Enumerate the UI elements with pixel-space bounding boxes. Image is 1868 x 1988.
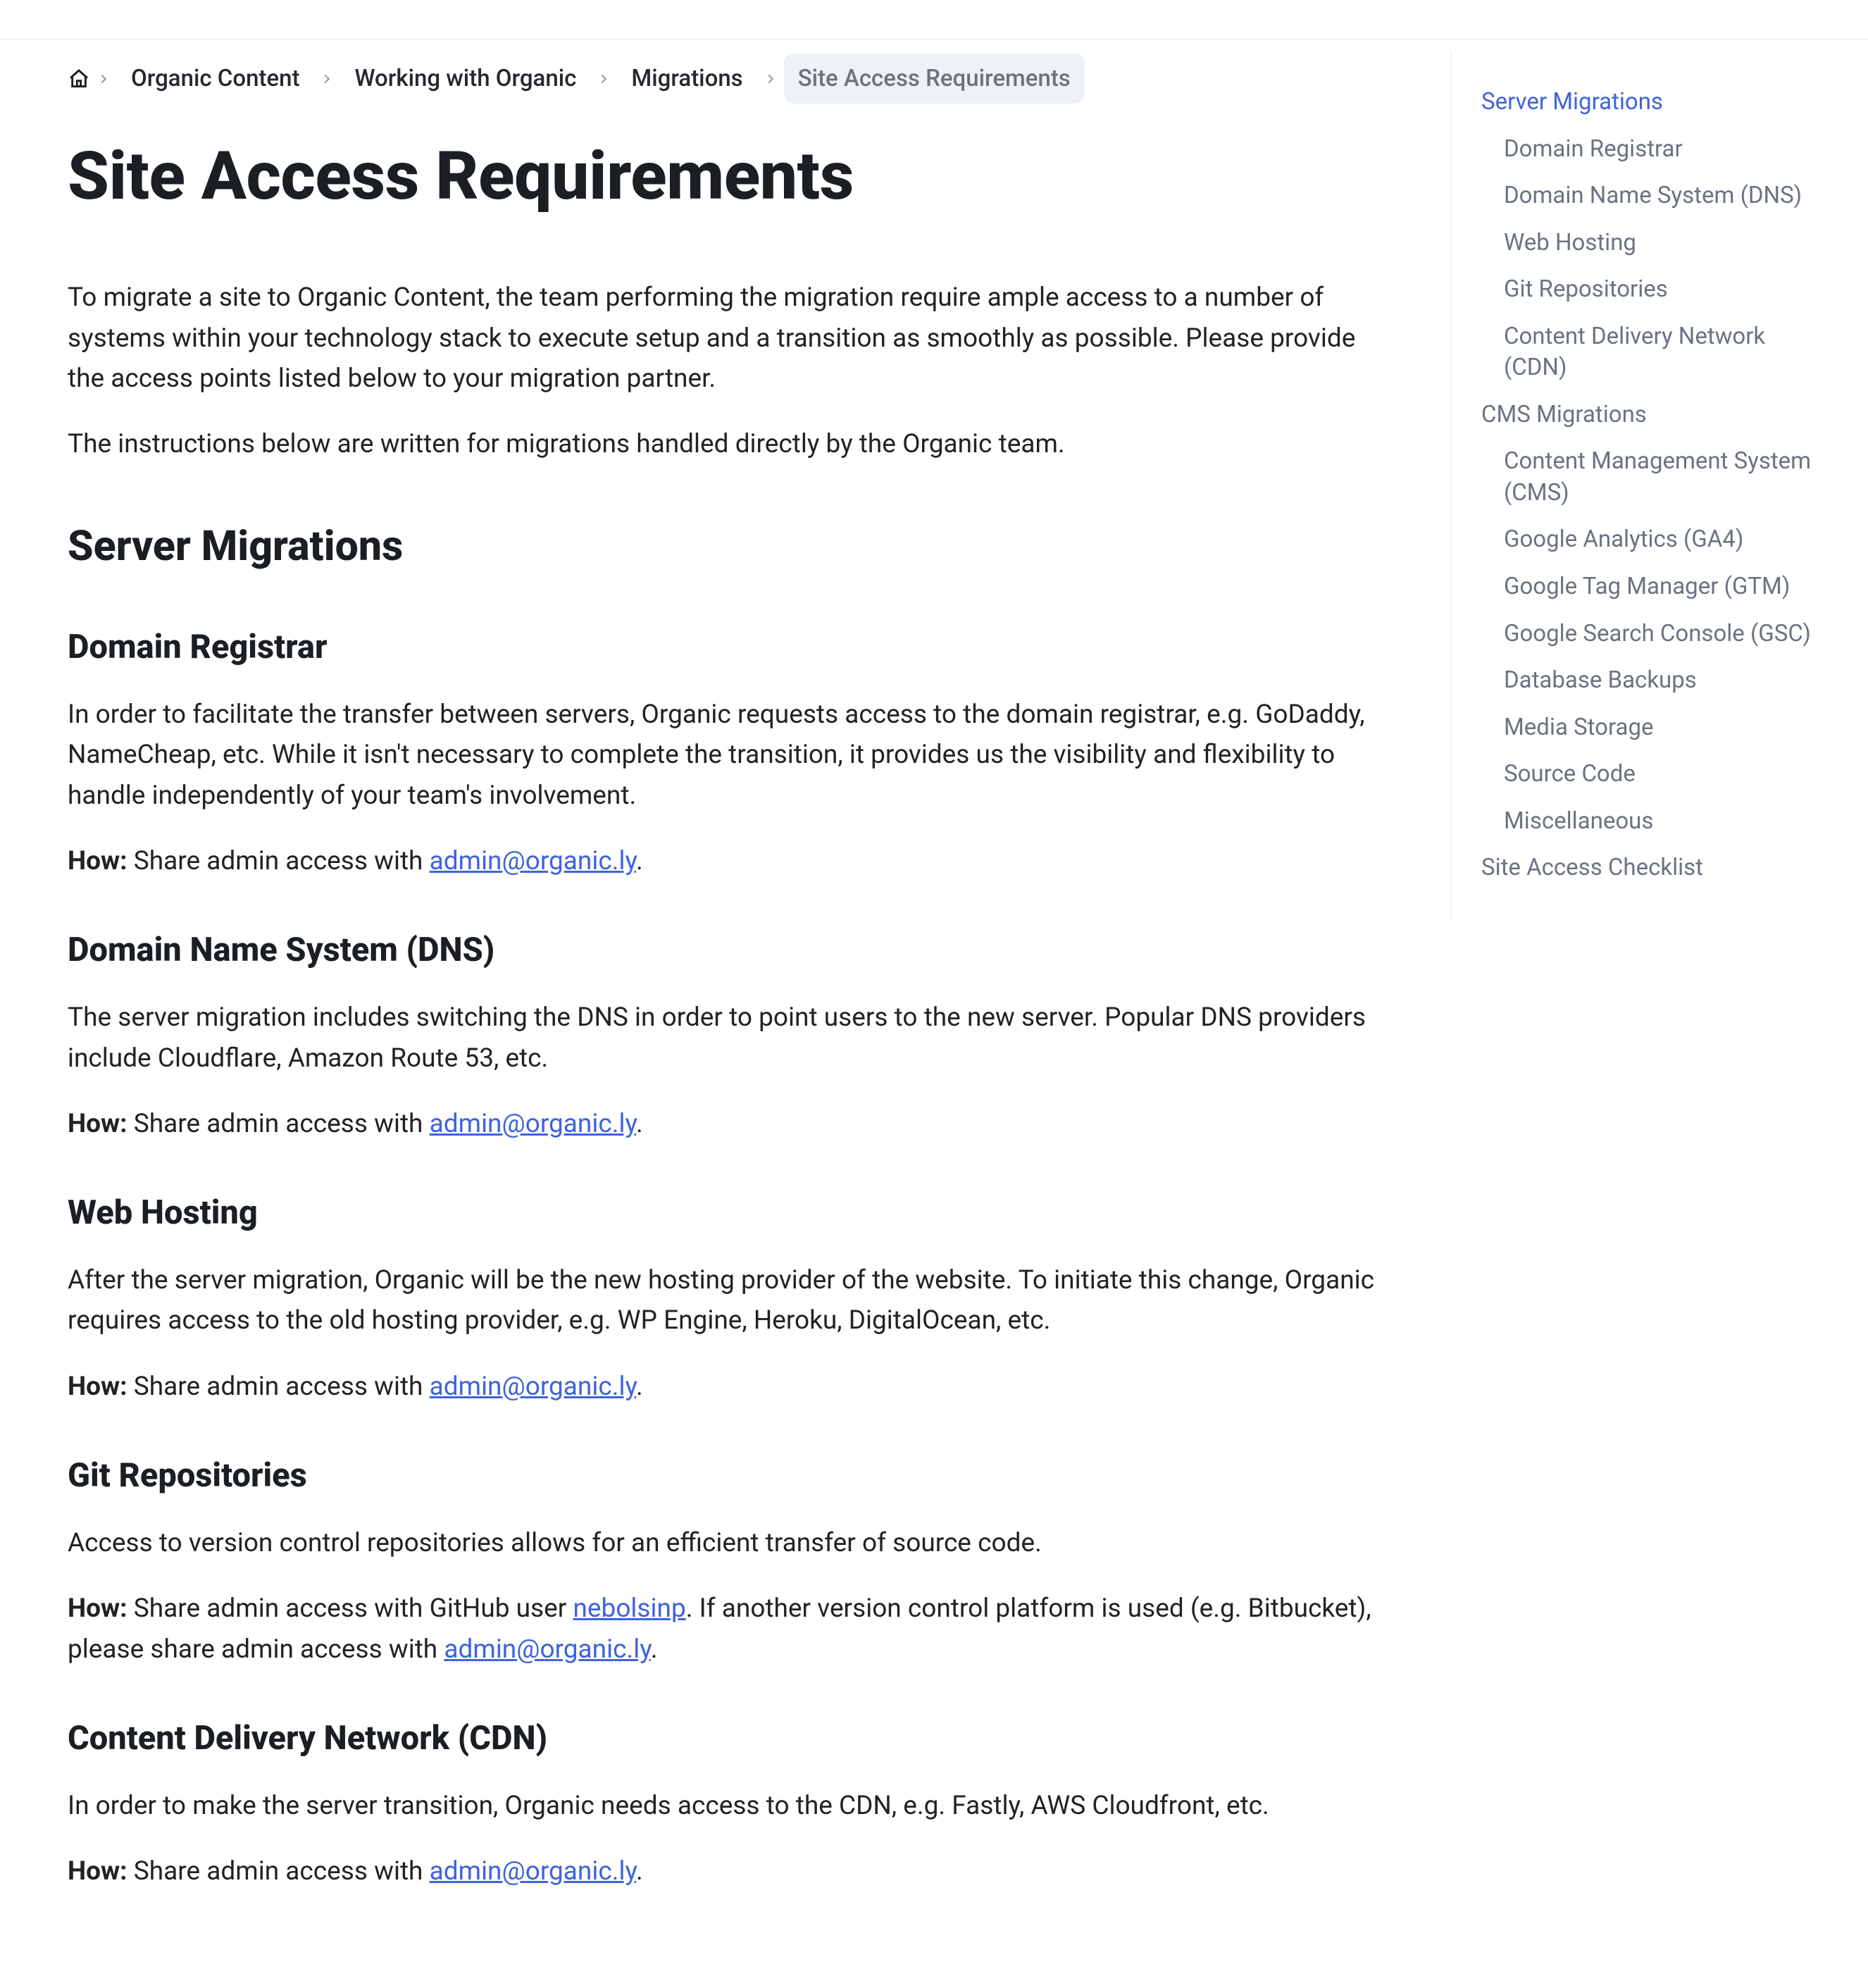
chevron-right-icon xyxy=(763,71,778,87)
how-label: How: xyxy=(68,1856,127,1887)
toc-item[interactable]: Google Tag Manager (GTM) xyxy=(1481,564,1817,611)
main-content: Organic Content Working with Organic Mig… xyxy=(0,39,1451,1988)
heading-domain-registrar: Domain Registrar xyxy=(68,622,1383,673)
paragraph-domain-registrar: In order to facilitate the transfer betw… xyxy=(68,695,1383,816)
share-prefix: Share admin access with xyxy=(127,1109,430,1139)
toc-item[interactable]: Google Analytics (GA4) xyxy=(1481,516,1817,564)
intro-paragraph-2: The instructions below are written for m… xyxy=(68,424,1383,464)
topbar xyxy=(0,0,1868,39)
page-title: Site Access Requirements xyxy=(68,125,1383,228)
toc-item[interactable]: Site Access Checklist xyxy=(1481,845,1817,892)
paragraph-cdn: In order to make the server transition, … xyxy=(68,1786,1383,1826)
breadcrumb-current: Site Access Requirements xyxy=(784,54,1085,104)
period: . xyxy=(651,1634,658,1665)
how-domain-registrar: How: Share admin access with admin@organ… xyxy=(68,841,1383,881)
admin-email-link[interactable]: admin@organic.ly xyxy=(430,846,636,876)
how-cdn: How: Share admin access with admin@organ… xyxy=(68,1851,1383,1891)
toc-item[interactable]: Source Code xyxy=(1481,751,1817,798)
how-label: How: xyxy=(68,846,127,876)
toc-item[interactable]: Server Migrations xyxy=(1481,79,1817,126)
toc-item[interactable]: Google Search Console (GSC) xyxy=(1481,611,1817,658)
toc-item[interactable]: Domain Registrar xyxy=(1481,126,1817,173)
toc-item[interactable]: Web Hosting xyxy=(1481,220,1817,267)
toc-item[interactable]: Miscellaneous xyxy=(1481,798,1817,845)
heading-cdn: Content Delivery Network (CDN) xyxy=(68,1713,1383,1765)
period: . xyxy=(636,1109,643,1139)
toc-item[interactable]: Database Backups xyxy=(1481,657,1817,704)
share-prefix: Share admin access with xyxy=(127,1856,430,1887)
breadcrumb-working-with-organic[interactable]: Working with Organic xyxy=(340,54,590,104)
share-github-prefix: Share admin access with GitHub user xyxy=(127,1593,573,1624)
toc-item[interactable]: Media Storage xyxy=(1481,704,1817,752)
table-of-contents: Server MigrationsDomain RegistrarDomain … xyxy=(1451,51,1845,920)
how-web-hosting: How: Share admin access with admin@organ… xyxy=(68,1367,1383,1407)
admin-email-link[interactable]: admin@organic.ly xyxy=(430,1372,636,1402)
paragraph-git: Access to version control repositories a… xyxy=(68,1523,1383,1563)
intro-paragraph-1: To migrate a site to Organic Content, th… xyxy=(68,278,1383,399)
admin-email-link[interactable]: admin@organic.ly xyxy=(430,1856,636,1887)
toc-item[interactable]: Content Delivery Network (CDN) xyxy=(1481,313,1817,392)
toc-item[interactable]: Domain Name System (DNS) xyxy=(1481,173,1817,220)
breadcrumb-organic-content[interactable]: Organic Content xyxy=(117,54,313,104)
breadcrumb-migrations[interactable]: Migrations xyxy=(617,54,756,104)
share-prefix: Share admin access with xyxy=(127,1372,430,1402)
paragraph-dns: The server migration includes switching … xyxy=(68,998,1383,1079)
github-user-link[interactable]: nebolsinp xyxy=(573,1593,686,1624)
paragraph-web-hosting: After the server migration, Organic will… xyxy=(68,1260,1383,1341)
heading-server-migrations: Server Migrations xyxy=(68,514,1383,578)
heading-dns: Domain Name System (DNS) xyxy=(68,925,1383,976)
period: . xyxy=(636,1856,643,1887)
toc-item[interactable]: CMS Migrations xyxy=(1481,392,1817,439)
heading-git: Git Repositories xyxy=(68,1450,1383,1502)
heading-web-hosting: Web Hosting xyxy=(68,1188,1383,1239)
toc-item[interactable]: Git Repositories xyxy=(1481,266,1817,313)
breadcrumb: Organic Content Working with Organic Mig… xyxy=(68,54,1383,104)
admin-email-link[interactable]: admin@organic.ly xyxy=(444,1634,650,1665)
article-body: To migrate a site to Organic Content, th… xyxy=(68,278,1383,1891)
chevron-right-icon xyxy=(96,71,111,87)
how-label: How: xyxy=(68,1593,127,1624)
how-label: How: xyxy=(68,1372,127,1402)
how-dns: How: Share admin access with admin@organ… xyxy=(68,1104,1383,1144)
home-icon[interactable] xyxy=(68,68,90,90)
period: . xyxy=(636,846,643,876)
chevron-right-icon xyxy=(596,71,611,87)
period: . xyxy=(636,1372,643,1402)
chevron-right-icon xyxy=(319,71,335,87)
how-git: How: Share admin access with GitHub user… xyxy=(68,1589,1383,1670)
toc-item[interactable]: Content Management System (CMS) xyxy=(1481,438,1817,516)
admin-email-link[interactable]: admin@organic.ly xyxy=(430,1109,636,1139)
share-prefix: Share admin access with xyxy=(127,846,430,876)
how-label: How: xyxy=(68,1109,127,1139)
